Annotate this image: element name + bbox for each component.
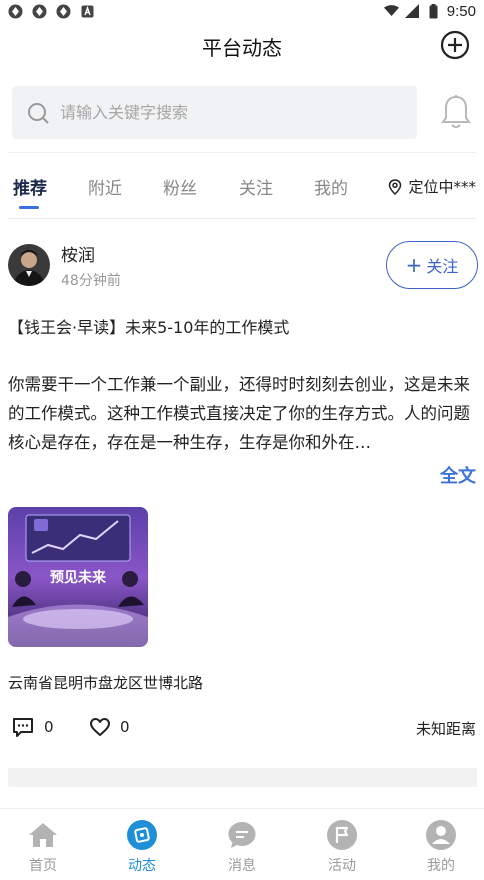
post-title[interactable]: 【钱王会·早读】未来5-10年的工作模式 [8, 314, 289, 338]
tab-fans[interactable]: 粉丝 [163, 174, 197, 199]
active-tab-indicator [19, 206, 39, 209]
nav-activity-label: 活动 [328, 858, 356, 874]
plus-circle-icon [440, 30, 470, 60]
follow-label: 关注 [426, 257, 459, 276]
bell-icon [441, 95, 471, 128]
tab-following[interactable]: 关注 [239, 174, 273, 199]
nav-home[interactable]: 首页 [13, 819, 73, 875]
like-count: 0 [120, 718, 130, 736]
post-location: 云南省昆明市盘龙区世博北路 [8, 674, 204, 692]
app-notification-icon [80, 4, 95, 19]
post-image[interactable]: 预见未来 [8, 507, 148, 647]
location-pin-icon [389, 178, 402, 195]
home-icon [29, 823, 57, 847]
nav-activity[interactable]: 活动 [312, 819, 372, 875]
notification-button[interactable] [440, 94, 472, 130]
tab-mine[interactable]: 我的 [314, 174, 348, 199]
location-filter[interactable]: 定位中*** [388, 176, 476, 197]
plus-icon: + [405, 253, 423, 277]
divider [8, 218, 476, 219]
full-text-link[interactable]: 全文 [440, 462, 476, 488]
tab-recommend[interactable]: 推荐 [13, 174, 47, 199]
post-actions: 0 0 未知距离 [0, 714, 484, 744]
search-icon [28, 102, 49, 124]
divider [8, 152, 476, 153]
comment-count: 0 [44, 718, 54, 736]
distance-label: 未知距离 [415, 720, 476, 738]
signal-icon [405, 4, 420, 19]
avatar-image [8, 244, 50, 286]
location-filter-label: 定位中*** [408, 178, 476, 196]
search-row [0, 86, 484, 140]
nav-feed-label: 动态 [128, 858, 156, 874]
notification-icons [8, 4, 95, 19]
author-name[interactable]: 桉润 [61, 241, 95, 266]
add-post-button[interactable] [440, 30, 470, 60]
follow-button[interactable]: + 关注 [386, 241, 478, 289]
bottom-navigation: 首页 动态 消息 活动 我的 [0, 808, 484, 880]
activity-flag-icon [327, 820, 357, 850]
nav-messages-label: 消息 [228, 858, 256, 874]
wifi-icon [383, 4, 399, 19]
page-title: 平台动态 [202, 36, 282, 60]
tab-nearby[interactable]: 附近 [88, 174, 122, 199]
search-bar[interactable] [12, 86, 417, 139]
post-body[interactable]: 你需要干一个工作兼一个副业，还得时时刻刻去创业，这是未来的工作模式。这种工作模式… [8, 370, 474, 457]
search-input[interactable] [60, 103, 380, 122]
nav-feed[interactable]: 动态 [112, 819, 172, 875]
nav-messages[interactable]: 消息 [212, 819, 272, 875]
app-notification-icon [56, 4, 71, 19]
feed-icon [127, 820, 157, 850]
comment-icon[interactable] [12, 716, 34, 738]
status-bar: 9:50 [0, 0, 484, 22]
nav-home-label: 首页 [29, 858, 57, 874]
avatar[interactable] [8, 244, 50, 286]
nav-profile-label: 我的 [427, 858, 455, 874]
heart-icon[interactable] [89, 716, 111, 738]
message-icon [228, 822, 256, 848]
app-notification-icon [32, 4, 47, 19]
post-time: 48分钟前 [61, 273, 121, 289]
status-time: 9:50 [446, 2, 476, 20]
feed-tabs: 推荐 附近 粉丝 关注 我的 定位中*** [0, 162, 484, 212]
profile-icon [426, 820, 456, 850]
battery-icon [426, 3, 441, 19]
header: 平台动态 [0, 22, 484, 70]
post-image-caption: 预见未来 [50, 570, 106, 586]
app-notification-icon [8, 4, 23, 19]
nav-profile[interactable]: 我的 [411, 819, 471, 875]
loading-placeholder [8, 768, 477, 787]
